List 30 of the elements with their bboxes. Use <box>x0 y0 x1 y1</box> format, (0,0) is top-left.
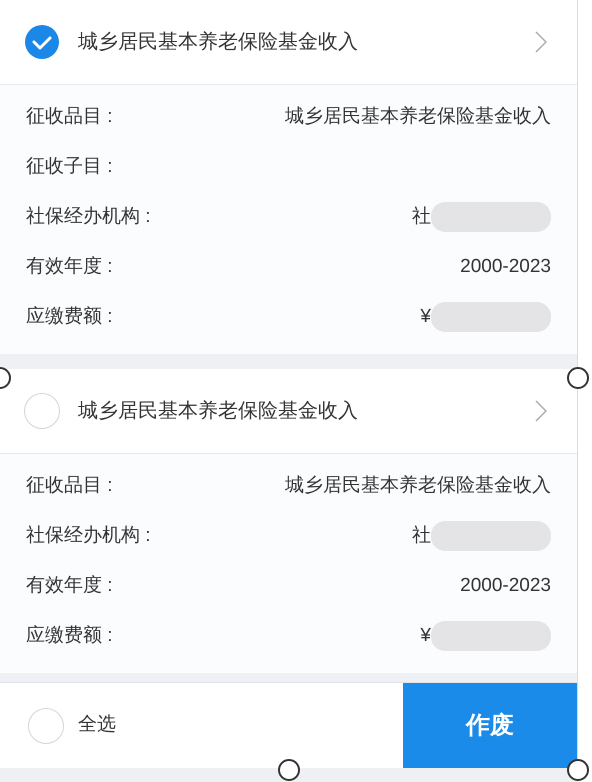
field-value: 城乡居民基本养老保险基金收入 <box>285 104 551 129</box>
field-label: 社保经办机构 : <box>26 524 151 548</box>
select-all-label[interactable]: 全选 <box>78 711 116 740</box>
field-label: 有效年度 : <box>26 254 113 279</box>
field-label: 应缴费额 : <box>26 304 113 329</box>
resize-handle-icon[interactable] <box>567 367 589 389</box>
field-label: 征收子目 : <box>26 154 113 179</box>
radio-button[interactable] <box>24 393 60 429</box>
radio-button[interactable] <box>28 708 64 744</box>
field-label: 社保经办机构 : <box>26 204 151 229</box>
chevron-right-icon[interactable] <box>535 31 547 53</box>
void-button[interactable]: 作废 <box>403 683 577 768</box>
field-value: ¥ <box>420 304 431 329</box>
field-label: 应缴费额 : <box>26 624 113 648</box>
record-header[interactable]: 城乡居民基本养老保险基金收入 <box>0 369 577 454</box>
field-value: 2000-2023 <box>460 254 551 279</box>
field-label: 有效年度 : <box>26 574 113 598</box>
resize-handle-icon[interactable] <box>567 759 589 781</box>
record-title: 城乡居民基本养老保险基金收入 <box>78 399 359 424</box>
field-label: 征收品目 : <box>26 474 113 498</box>
field-value: ¥ <box>420 624 431 648</box>
field-value: 社 <box>412 204 431 229</box>
field-value: 2000-2023 <box>460 574 551 598</box>
chevron-right-icon[interactable] <box>535 400 547 422</box>
record-header[interactable]: 城乡居民基本养老保险基金收入 <box>0 0 577 85</box>
field-label: 征收品目 : <box>26 104 113 129</box>
checked-radio-icon[interactable] <box>24 24 60 60</box>
field-value: 城乡居民基本养老保险基金收入 <box>285 474 551 498</box>
field-value: 社 <box>412 524 431 548</box>
record-title: 城乡居民基本养老保险基金收入 <box>78 30 359 55</box>
